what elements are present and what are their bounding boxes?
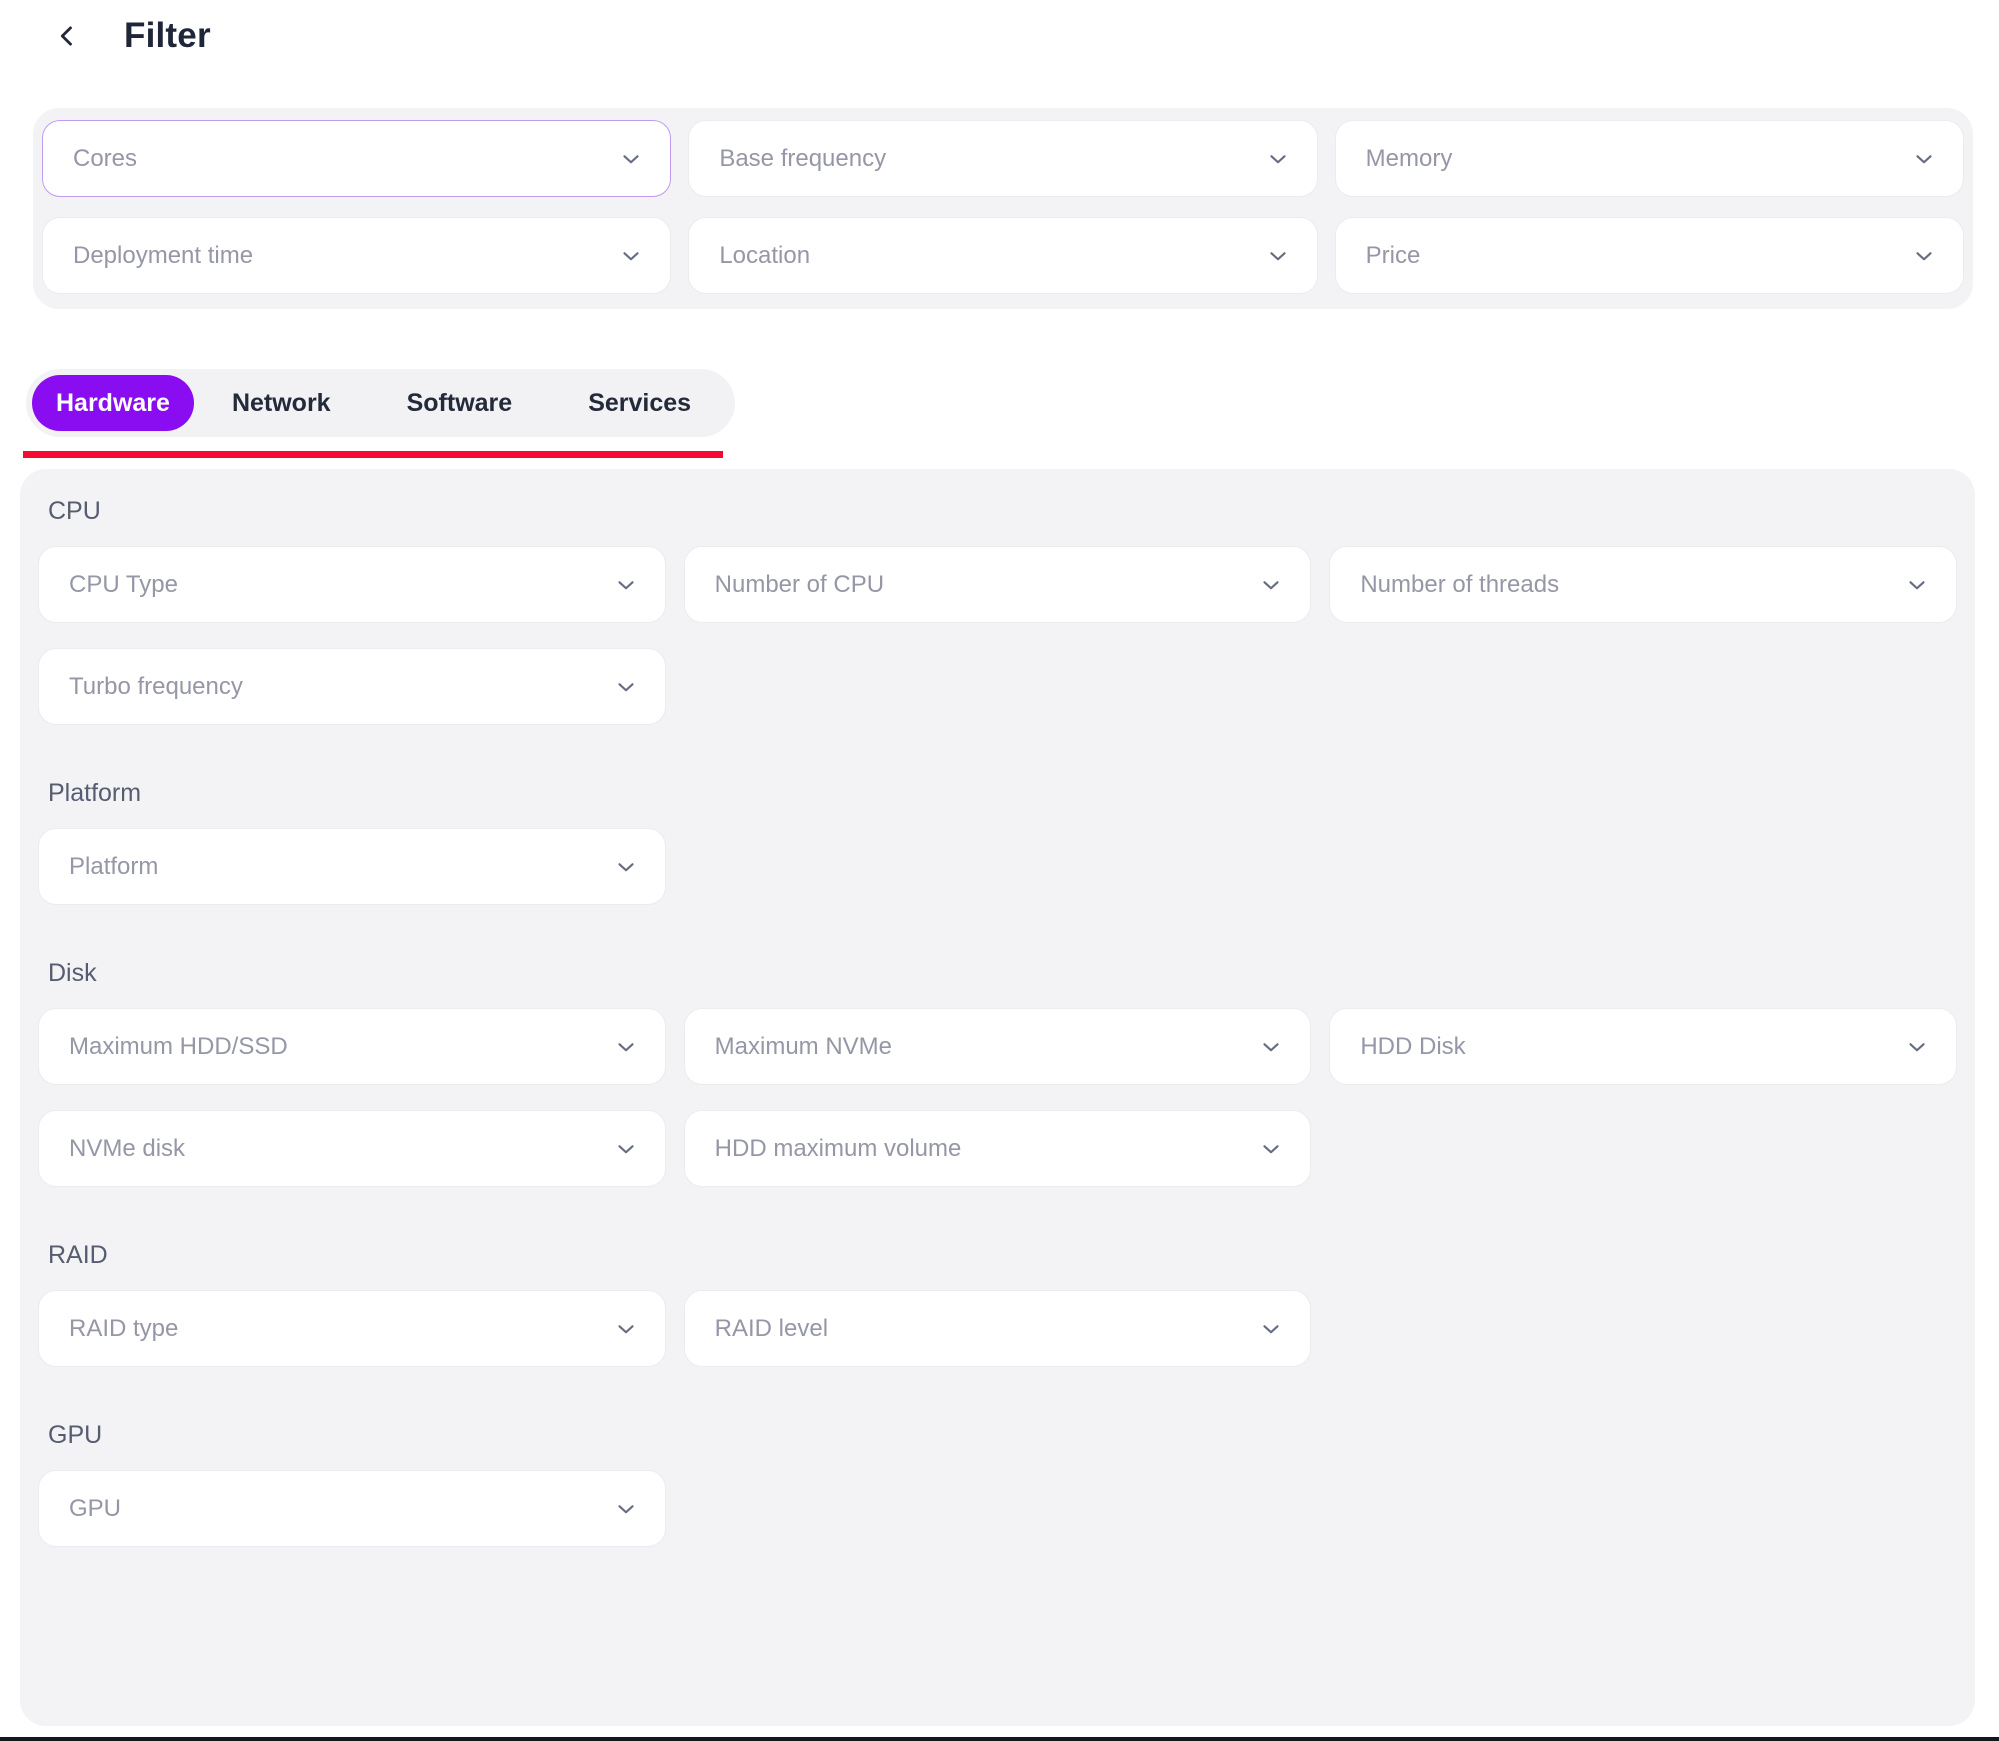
chevron-down-icon (613, 1034, 639, 1060)
section-title: Disk (48, 961, 1957, 986)
dropdown-memory[interactable]: Memory (1335, 120, 1964, 197)
page-title: Filter (124, 16, 211, 56)
dropdown-hdd-disk[interactable]: HDD Disk (1329, 1008, 1957, 1085)
dropdown-raid-type[interactable]: RAID type (38, 1290, 666, 1367)
window-bottom-edge (0, 1737, 1999, 1741)
tab-hardware[interactable]: Hardware (32, 375, 194, 431)
chevron-down-icon (613, 1496, 639, 1522)
section-raid: RAID RAID type RAID level (38, 1243, 1957, 1367)
chevron-down-icon (1904, 572, 1930, 598)
dropdown-raid-level[interactable]: RAID level (684, 1290, 1312, 1367)
back-button[interactable] (52, 19, 82, 53)
dropdown-hdd-maximum-volume[interactable]: HDD maximum volume (684, 1110, 1312, 1187)
dropdown-cpu-type[interactable]: CPU Type (38, 546, 666, 623)
chevron-down-icon (1904, 1034, 1930, 1060)
chevron-down-icon (1265, 146, 1291, 172)
chevron-down-icon (613, 1136, 639, 1162)
chevron-down-icon (1911, 243, 1937, 269)
dropdown-maximum-hdd-ssd[interactable]: Maximum HDD/SSD (38, 1008, 666, 1085)
tabs-bar: Hardware Network Software Services (26, 369, 735, 437)
section-title: CPU (48, 499, 1957, 524)
tab-software[interactable]: Software (369, 375, 551, 431)
tab-network[interactable]: Network (194, 375, 369, 431)
dropdown-location[interactable]: Location (688, 217, 1317, 294)
chevron-down-icon (618, 146, 644, 172)
chevron-down-icon (1258, 1316, 1284, 1342)
chevron-down-icon (1258, 1034, 1284, 1060)
dropdown-deployment-time[interactable]: Deployment time (42, 217, 671, 294)
chevron-down-icon (613, 854, 639, 880)
chevron-down-icon (1258, 1136, 1284, 1162)
quick-filter-panel: Cores Base frequency Memory Deployment t… (33, 108, 1973, 309)
dropdown-nvme-disk[interactable]: NVMe disk (38, 1110, 666, 1187)
dropdown-turbo-frequency[interactable]: Turbo frequency (38, 648, 666, 725)
chevron-down-icon (1258, 572, 1284, 598)
chevron-down-icon (613, 674, 639, 700)
dropdown-platform[interactable]: Platform (38, 828, 666, 905)
active-tab-underline (23, 451, 723, 458)
dropdown-gpu[interactable]: GPU (38, 1470, 666, 1547)
section-title: RAID (48, 1243, 1957, 1268)
chevron-down-icon (618, 243, 644, 269)
section-platform: Platform Platform (38, 781, 1957, 905)
dropdown-number-of-threads[interactable]: Number of threads (1329, 546, 1957, 623)
section-cpu: CPU CPU Type Number of CPU Number of thr… (38, 499, 1957, 725)
section-title: Platform (48, 781, 1957, 806)
chevron-down-icon (613, 572, 639, 598)
dropdown-cores[interactable]: Cores (42, 120, 671, 197)
dropdown-base-frequency[interactable]: Base frequency (688, 120, 1317, 197)
dropdown-maximum-nvme[interactable]: Maximum NVMe (684, 1008, 1312, 1085)
chevron-down-icon (1265, 243, 1291, 269)
hardware-filter-panel: CPU CPU Type Number of CPU Number of thr… (20, 469, 1975, 1726)
chevron-down-icon (613, 1316, 639, 1342)
dropdown-number-of-cpu[interactable]: Number of CPU (684, 546, 1312, 623)
dropdown-price[interactable]: Price (1335, 217, 1964, 294)
section-gpu: GPU GPU (38, 1423, 1957, 1547)
chevron-down-icon (1911, 146, 1937, 172)
page-header: Filter (0, 0, 1999, 56)
section-title: GPU (48, 1423, 1957, 1448)
tab-services[interactable]: Services (550, 375, 729, 431)
section-disk: Disk Maximum HDD/SSD Maximum NVMe HDD Di… (38, 961, 1957, 1187)
chevron-left-icon (53, 22, 81, 50)
